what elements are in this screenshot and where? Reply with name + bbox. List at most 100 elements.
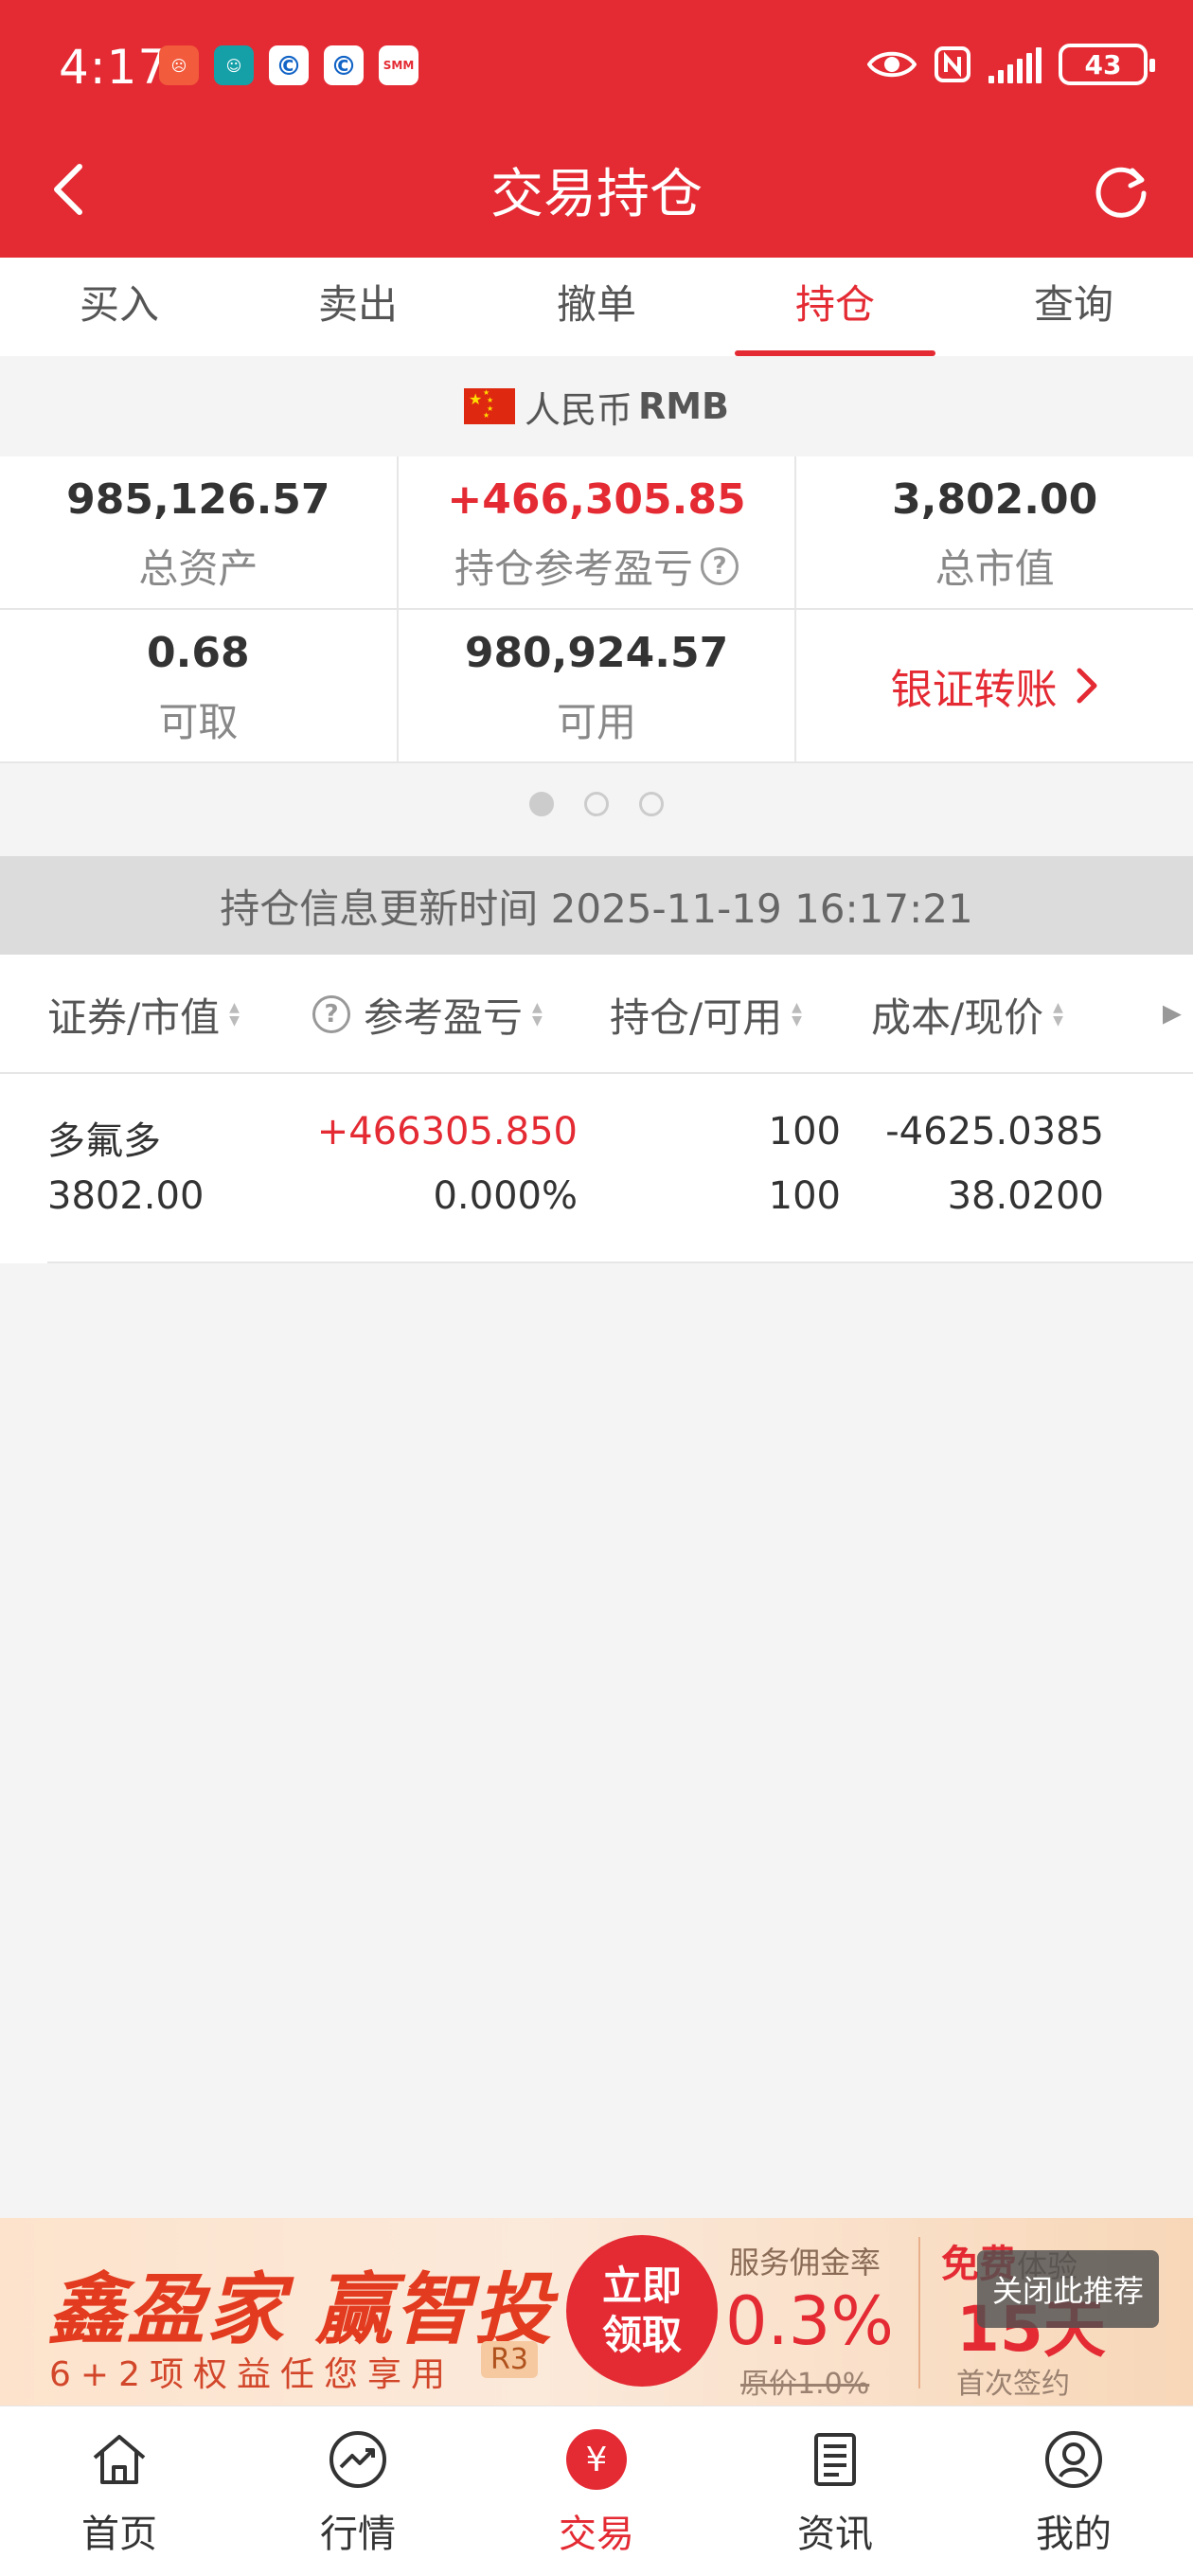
first-sign-label: 首次签约 [956,2368,1070,2401]
sort-icon: ▲ ▼ [229,1000,240,1029]
close-recommendation-button[interactable]: 关闭此推荐 [977,2250,1160,2328]
pager-dot[interactable] [529,792,554,816]
news-icon [814,2433,856,2486]
nav-market[interactable]: 行情 [239,2406,477,2576]
row-price: 38.0200 [947,1174,1104,1218]
chat-bot-icon: ☺ [214,45,254,85]
bank-transfer-label: 银证转账 [890,666,1058,714]
china-flag-icon: ★ ★ ★ ★ ★ [463,388,515,424]
nav-news[interactable]: 资讯 [716,2406,954,2576]
yen-icon: ¥ [566,2429,627,2490]
row-divider [47,1261,1193,1263]
home-icon [93,2435,146,2484]
row-pnl-percent: 0.000% [433,1174,578,1218]
commission-rate-label: 服务佣金率 [729,2245,881,2281]
pager-dot[interactable] [639,792,664,816]
row-cost: -4625.0385 [885,1110,1104,1154]
claim-now-line1: 立即 [601,2263,682,2309]
withdrawable-value: 0.68 [147,629,250,677]
position-pnl-value: +466,305.85 [447,475,746,524]
smm-icon: SMM [379,45,418,85]
nav-news-label: 资讯 [797,2513,873,2556]
withdrawable-cell: 0.68 可取 [0,610,399,761]
col-security-label: 证券/市值 [47,993,221,1041]
weibo-icon: ☹ [159,45,199,85]
claim-now-button[interactable]: 立即 领取 [566,2235,718,2387]
nav-trade-label: 交易 [559,2513,634,2556]
status-system-icons: 43 [867,44,1155,85]
nav-trade[interactable]: ¥ 交易 [477,2406,716,2576]
help-icon[interactable]: ? [312,995,350,1033]
sort-icon: ▲ ▼ [532,1000,543,1029]
page-title: 交易持仓 [490,164,703,225]
market-trend-icon [329,2431,386,2488]
bank-c2-icon: © [324,45,364,85]
claim-now-line2: 领取 [601,2312,682,2358]
col-pnl-label: 参考盈亏 [364,993,524,1041]
promo-divider [918,2237,920,2388]
pager-dots [0,792,1193,816]
tab-positions[interactable]: 持仓 [716,258,954,356]
promo-title: 鑫盈家 赢智投 [47,2265,554,2355]
tab-sell[interactable]: 卖出 [239,258,477,356]
market-value-value: 3,802.00 [892,475,1098,524]
available-value: 980,924.57 [464,629,729,677]
total-assets-cell: 985,126.57 总资产 [0,456,399,608]
chevron-right-icon [1077,668,1097,704]
row-position: 100 [768,1110,841,1154]
positions-table-header: 证券/市值 ▲ ▼ ? 参考盈亏 ▲ ▼ 持仓/可用 ▲ ▼ 成本/现价 ▲ ▼ ▸ [0,955,1193,1074]
nfc-icon [935,46,970,82]
bottom-nav: 首页 行情 ¥ 交易 资讯 我的 [0,2406,1193,2576]
status-time: 4:17 [59,40,169,95]
status-app-icons: ☹ ☺ © © SMM [159,45,418,85]
market-value-label: 总市值 [935,546,1055,592]
bank-c-icon: © [269,45,309,85]
tab-query[interactable]: 查询 [954,258,1193,356]
trade-tabs: 买入 卖出 撤单 持仓 查询 [0,258,1193,356]
tab-buy[interactable]: 买入 [0,258,239,356]
col-position-label: 持仓/可用 [610,993,783,1041]
col-cost-label: 成本/现价 [871,993,1044,1041]
tab-cancel[interactable]: 撤单 [477,258,716,356]
scroll-right-icon[interactable]: ▸ [1163,991,1182,1034]
nav-mine-label: 我的 [1036,2513,1112,2556]
original-rate: 原价1.0% [740,2368,870,2401]
currency-label: 人民币 [524,388,632,431]
total-assets-value: 985,126.57 [66,475,330,524]
total-assets-label: 总资产 [138,546,258,592]
battery-icon: 43 [1059,44,1155,85]
nav-market-label: 行情 [320,2513,396,2556]
bank-transfer-button[interactable]: 银证转账 [796,610,1193,761]
pager-dot[interactable] [584,792,609,816]
table-row[interactable]: 多氟多 3802.00 +466305.850 0.000% 100 100 -… [0,1074,1193,1263]
security-name: 多氟多 [47,1119,161,1163]
available-cell: 980,924.57 可用 [399,610,797,761]
nav-home[interactable]: 首页 [0,2406,239,2576]
currency-selector[interactable]: ★ ★ ★ ★ ★ 人民币 RMB [0,356,1193,456]
profile-icon [1045,2431,1102,2488]
risk-level-badge: R3 [481,2341,538,2378]
account-summary: 985,126.57 总资产 +466,305.85 持仓参考盈亏 ? 3,80… [0,456,1193,763]
signal-icon [988,45,1042,83]
row-available: 100 [768,1174,841,1218]
commission-rate: 0.3% [725,2282,894,2360]
currency-code: RMB [637,385,730,427]
help-icon[interactable]: ? [701,546,739,585]
col-position[interactable]: 持仓/可用 ▲ ▼ [610,955,802,1074]
row-pnl: +466305.850 [316,1110,578,1154]
promo-banner[interactable]: 鑫盈家 赢智投 6+2项权益任您享用 R3 立即 领取 服务佣金率 0.3% 原… [0,2218,1193,2406]
market-value-cell: 3,802.00 总市值 [796,456,1193,608]
position-pnl-cell: +466,305.85 持仓参考盈亏 ? [399,456,797,608]
battery-level: 43 [1084,48,1122,80]
security-market-value: 3802.00 [47,1174,205,1218]
nav-mine[interactable]: 我的 [954,2406,1193,2576]
col-pnl[interactable]: ? 参考盈亏 ▲ ▼ [312,955,543,1074]
col-security[interactable]: 证券/市值 ▲ ▼ [47,955,240,1074]
nav-home-label: 首页 [81,2513,157,2556]
available-label: 可用 [557,699,637,745]
col-cost[interactable]: 成本/现价 ▲ ▼ [871,955,1063,1074]
position-pnl-label: 持仓参考盈亏 [454,546,694,592]
sort-icon: ▲ ▼ [1053,1000,1063,1029]
refresh-button[interactable] [1091,159,1151,220]
top-bar: 4:17 ☹ ☺ © © SMM 43 交易持仓 [0,0,1193,258]
